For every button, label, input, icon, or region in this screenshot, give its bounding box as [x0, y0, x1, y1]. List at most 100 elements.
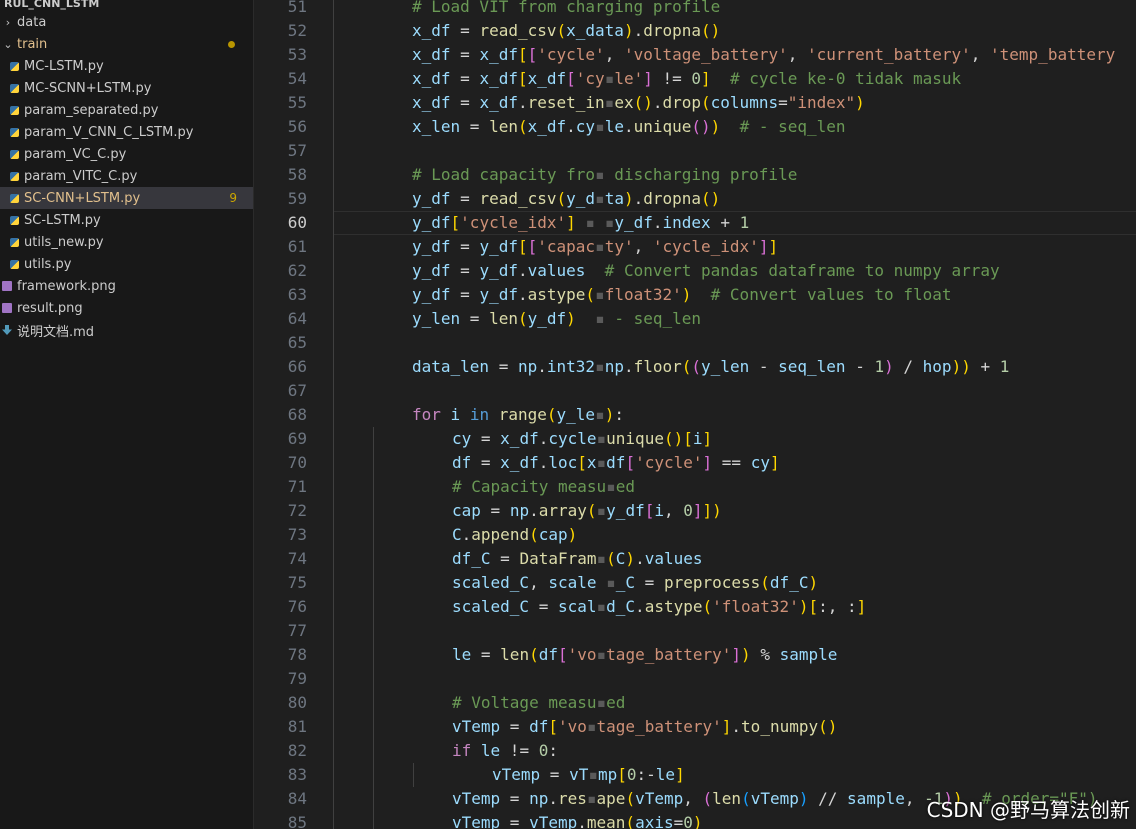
code-line[interactable]: 81 vTemp = df['vo▪tage_battery'].to_numpy…	[254, 715, 1136, 739]
indent-guide	[333, 307, 334, 331]
code-token: ,	[604, 45, 624, 64]
indent-guide	[373, 499, 374, 523]
indent-guide	[333, 571, 334, 595]
explorer-item-param-separated-py[interactable]: param_separated.py	[0, 99, 253, 121]
code-token: [	[527, 45, 538, 64]
code-line[interactable]: 53 x_df = x_df[['cycle', 'voltage_battery…	[254, 43, 1136, 67]
code-text: y_df = y_df[['capac▪ty', 'cycle_idx']]	[412, 235, 778, 259]
code-token: )	[710, 117, 721, 136]
code-line[interactable]: 57	[254, 139, 1136, 163]
code-line[interactable]: 55 x_df = x_df.reset_in▪ex().drop(columns…	[254, 91, 1136, 115]
code-line[interactable]: 67	[254, 379, 1136, 403]
indent-guide	[333, 547, 334, 571]
code-line[interactable]: 74 df_C = DataFram▪(C).values	[254, 547, 1136, 571]
code-line[interactable]: 80 # Voltage measu▪ed	[254, 691, 1136, 715]
code-token: 'cy	[575, 69, 605, 88]
code-line[interactable]: 75 scaled_C, scale ▪_C = preprocess(df_C)	[254, 571, 1136, 595]
code-token: y_len	[412, 309, 461, 328]
code-line[interactable]: 61 y_df = y_df[['capac▪ty', 'cycle_idx']]	[254, 235, 1136, 259]
explorer-item-result-png[interactable]: result.png	[0, 297, 253, 319]
code-line[interactable]: 63 y_df = y_df.astype(▪float32') # Conver…	[254, 283, 1136, 307]
code-token: d_C	[606, 597, 636, 616]
code-token: ]	[643, 69, 653, 88]
code-line[interactable]: 52 x_df = read_csv(x_data).dropna()	[254, 19, 1136, 43]
code-line[interactable]: 82 if le != 0:	[254, 739, 1136, 763]
explorer-item-sc-lstm-py[interactable]: SC-LSTM.py	[0, 209, 253, 231]
code-token: _C	[615, 573, 636, 592]
code-line[interactable]: 70 df = x_df.loc[x▪df['cycle'] == cy]	[254, 451, 1136, 475]
code-token: ▪	[596, 453, 607, 472]
explorer-item-param-vc-c-py[interactable]: param_VC_C.py	[0, 143, 253, 165]
code-token: [	[683, 429, 693, 448]
code-line[interactable]: 60 y_df['cycle_idx'] ▪ ▪y_df.index + 1	[254, 211, 1136, 235]
code-text: y_df = read_csv(y_d▪ta).dropna()	[412, 187, 720, 211]
code-token: ]	[702, 501, 713, 520]
line-number: 78	[287, 645, 307, 664]
code-line[interactable]: 65	[254, 331, 1136, 355]
explorer-sidebar: RUL_CNN_LSTM › data ⌄ train MC-LSTM.py MC-SCNN…	[0, 0, 254, 829]
code-comment: ed	[606, 693, 626, 712]
code-line[interactable]: 68 for i in range(y_le▪):	[254, 403, 1136, 427]
code-line[interactable]: 59 y_df = read_csv(y_d▪ta).dropna()	[254, 187, 1136, 211]
code-editor[interactable]: 51 # Load VIT from charging profile 52 x_df…	[254, 0, 1136, 829]
code-token: vTemp	[529, 813, 578, 829]
code-line[interactable]: 78 le = len(df['vo▪tage_battery']) % samp…	[254, 643, 1136, 667]
code-line[interactable]: 69 cy = x_df.cycle▪unique()[i]	[254, 427, 1136, 451]
indent-guide	[373, 451, 374, 475]
code-token: ▪	[596, 549, 607, 568]
code-token: .	[517, 93, 528, 112]
code-token: sample	[779, 645, 838, 664]
code-token: -	[845, 357, 875, 376]
code-token: cy	[452, 429, 472, 448]
explorer-item-train[interactable]: ⌄ train	[0, 33, 253, 55]
explorer-item-framework-png[interactable]: framework.png	[0, 275, 253, 297]
code-token: float32'	[604, 285, 682, 304]
code-token: 0	[626, 765, 637, 784]
code-token: vTemp	[452, 813, 501, 829]
indent-guide	[333, 187, 334, 211]
code-line[interactable]: 77	[254, 619, 1136, 643]
code-token: df_C	[452, 549, 491, 568]
code-token: +	[710, 213, 740, 232]
code-token: .	[633, 189, 644, 208]
code-line[interactable]: 76 scaled_C = scal▪d_C.astype('float32')[…	[254, 595, 1136, 619]
code-token: range	[498, 405, 547, 424]
code-line[interactable]: 79	[254, 667, 1136, 691]
code-text: y_df['cycle_idx'] ▪ ▪y_df.index + 1	[412, 211, 749, 235]
explorer-item-mc-scnn-lstm-py[interactable]: MC-SCNN+LSTM.py	[0, 77, 253, 99]
code-line[interactable]: 73 C.append(cap)	[254, 523, 1136, 547]
code-line[interactable]: 83 vTemp = vT▪mp[0:-le]	[254, 763, 1136, 787]
image-file-icon	[2, 303, 12, 313]
code-line[interactable]: 66 data_len = np.int32▪np.floor((y_len - …	[254, 355, 1136, 379]
code-text: x_df = x_df[['cycle', 'voltage_battery',…	[412, 43, 1115, 67]
code-token: ,	[904, 789, 925, 808]
indent-guide	[373, 715, 374, 739]
code-token: [	[517, 237, 528, 256]
code-token: dropna	[643, 189, 702, 208]
code-line[interactable]: 58 # Load capacity fro▪ discharging profi…	[254, 163, 1136, 187]
code-line[interactable]: 56 x_len = len(x_df.cy▪le.unique()) # - s…	[254, 115, 1136, 139]
code-line[interactable]: 54 x_df = x_df[x_df['cy▪le'] != 0] # cycl…	[254, 67, 1136, 91]
code-token: to_numpy	[741, 717, 819, 736]
code-comment: discharging profile	[604, 165, 798, 184]
code-token: y_df	[412, 237, 451, 256]
code-line[interactable]: 72 cap = np.array(▪y_df[i, 0]])	[254, 499, 1136, 523]
explorer-item-data[interactable]: › data	[0, 11, 253, 33]
explorer-item-param-v-cnn-c-lstm-py[interactable]: param_V_CNN_C_LSTM.py	[0, 121, 253, 143]
explorer-item-mc-lstm-py[interactable]: MC-LSTM.py	[0, 55, 253, 77]
explorer-item-utils-new-py[interactable]: utils_new.py	[0, 231, 253, 253]
indent-guide	[333, 43, 334, 67]
explorer-item-label: param_separated.py	[24, 102, 159, 118]
code-token: .	[577, 813, 587, 829]
explorer-item-md[interactable]: 说明文档.md	[0, 319, 253, 341]
code-line[interactable]: 71 # Capacity measu▪ed	[254, 475, 1136, 499]
code-token: =	[529, 597, 558, 616]
explorer-item-sc-cnn-lstm-py[interactable]: SC-CNN+LSTM.py 9	[0, 187, 253, 209]
code-line[interactable]: 64 y_len = len(y_df) ▪ - seq_len	[254, 307, 1136, 331]
explorer-item-param-vitc-c-py[interactable]: param_VITC_C.py	[0, 165, 253, 187]
code-token: int32	[546, 357, 596, 376]
code-line[interactable]: 62 y_df = y_df.values # Convert pandas da…	[254, 259, 1136, 283]
explorer-item-utils-py[interactable]: utils.py	[0, 253, 253, 275]
code-line[interactable]: 51 # Load VIT from charging profile	[254, 0, 1136, 19]
code-token: ▪	[595, 117, 605, 136]
